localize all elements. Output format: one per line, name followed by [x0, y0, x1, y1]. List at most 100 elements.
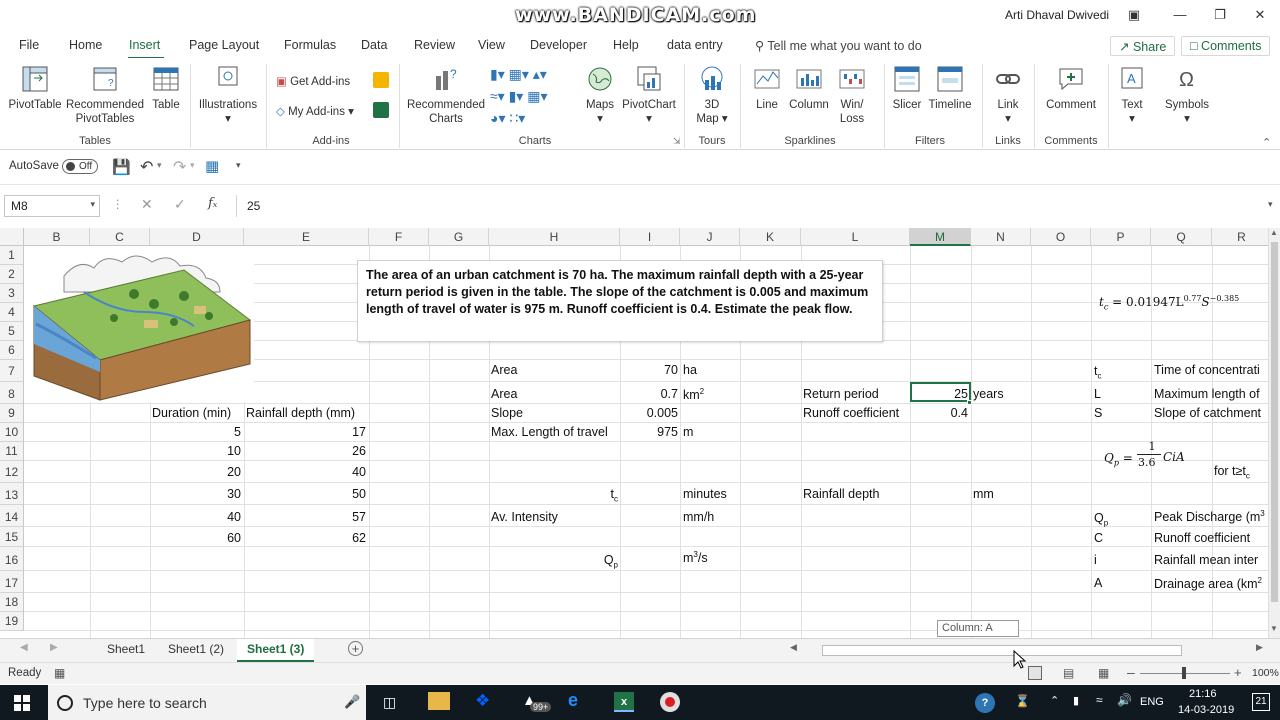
legend-qp-symbol[interactable]: Qp [1094, 511, 1108, 528]
unit-ha[interactable]: ha [683, 363, 697, 377]
zoom-in-icon[interactable]: + [1234, 665, 1242, 680]
3d-map-button[interactable]: 3D Map ▾ [690, 64, 734, 126]
normal-view-icon[interactable] [1028, 666, 1042, 680]
name-box[interactable]: M8 ▾ [4, 195, 100, 217]
column-header-d[interactable]: D [150, 228, 244, 246]
row-header-11[interactable]: 11 [0, 442, 24, 461]
qp-label[interactable]: Qp [580, 553, 618, 570]
help-icon[interactable]: ? [975, 693, 995, 713]
unit-km2[interactable]: km2 [683, 387, 704, 402]
column-chart-icon[interactable]: ▮▾ ▦▾ ▴▾ [490, 66, 547, 83]
rainfall-cell[interactable]: 62 [244, 531, 366, 545]
unit-mm[interactable]: mm [973, 487, 994, 501]
pivottable-button[interactable]: PivotTable [6, 64, 64, 112]
legend-c-desc[interactable]: Runoff coefficient [1154, 531, 1250, 545]
legend-i-symbol[interactable]: i [1094, 553, 1097, 567]
row-header-9[interactable]: 9 [0, 404, 24, 423]
recommended-charts-button[interactable]: ? Recommended Charts [406, 64, 486, 126]
row-header-2[interactable]: 2 [0, 265, 24, 284]
my-addins-button[interactable]: ◇ My Add-ins ▾ [276, 104, 354, 118]
sparkline-column-button[interactable]: Column [786, 64, 832, 112]
cancel-icon[interactable]: ✕ [141, 196, 153, 213]
duration-cell[interactable]: 60 [150, 531, 241, 545]
tell-me-search[interactable]: ⚲ Tell me what you want to do [755, 38, 922, 53]
legend-i-desc[interactable]: Rainfall mean inter [1154, 553, 1258, 567]
row-header-6[interactable]: 6 [0, 341, 24, 360]
undo-dropdown-icon[interactable]: ▾ [157, 160, 162, 171]
hscroll-left-icon[interactable]: ◀ [790, 642, 797, 653]
column-header-p[interactable]: P [1091, 228, 1151, 246]
row-header-16[interactable]: 16 [0, 547, 24, 571]
tab-insert[interactable]: Insert [129, 38, 160, 52]
legend-c-symbol[interactable]: C [1094, 531, 1103, 545]
column-header-i[interactable]: I [620, 228, 680, 246]
row-header-14[interactable]: 14 [0, 505, 24, 527]
customize-qat-icon[interactable]: ▾ [236, 160, 241, 171]
unit-mmh[interactable]: mm/h [683, 510, 714, 524]
rainfall-cell[interactable]: 26 [244, 444, 366, 458]
unit-m3s[interactable]: m3/s [683, 550, 708, 565]
dialog-launcher-icon[interactable]: ⇲ [673, 136, 681, 147]
add-sheet-icon[interactable]: + [348, 641, 363, 656]
column-header-h[interactable]: H [489, 228, 620, 246]
area-km-label[interactable]: Area [491, 387, 517, 401]
slope-label[interactable]: Slope [491, 406, 523, 420]
wifi-icon[interactable]: ≈ [1096, 693, 1103, 707]
excel-taskbar-icon[interactable]: x [614, 692, 634, 712]
tab-review[interactable]: Review [414, 38, 455, 52]
tab-view[interactable]: View [478, 38, 505, 52]
tab-page-layout[interactable]: Page Layout [189, 38, 259, 52]
zoom-out-icon[interactable]: – [1127, 664, 1135, 680]
row-header-18[interactable]: 18 [0, 593, 24, 612]
volume-icon[interactable]: 🔊 [1117, 693, 1132, 707]
comments-button[interactable]: □ Comments [1181, 36, 1271, 56]
sheet-tab-sheet1[interactable]: Sheet1 [107, 642, 145, 656]
minimize-icon[interactable]: — [1160, 4, 1200, 26]
max-length-value[interactable]: 975 [620, 425, 678, 439]
sparkline-line-button[interactable]: Line [748, 64, 786, 112]
vertical-scroll-thumb[interactable] [1271, 242, 1278, 602]
undo-icon[interactable]: ↶ [140, 157, 153, 177]
illustrations-button[interactable]: Illustrations ▾ [196, 64, 260, 126]
row-header-8[interactable]: 8 [0, 382, 24, 404]
area-km-value[interactable]: 0.7 [620, 387, 678, 401]
row-header-1[interactable]: 1 [0, 246, 24, 265]
page-break-view-icon[interactable]: ▦ [1098, 666, 1109, 680]
rainfall-cell[interactable]: 17 [244, 425, 366, 439]
spreadsheet-grid[interactable]: B C D E F G H I J K L M N O P Q R 1 2 3 … [0, 228, 1268, 638]
unit-m[interactable]: m [683, 425, 693, 439]
expand-formula-icon[interactable]: ▾ [1268, 199, 1273, 210]
restore-icon[interactable]: ❐ [1200, 4, 1240, 26]
pivotchart-button[interactable]: PivotChart ▾ [620, 64, 678, 126]
redo-dropdown-icon[interactable]: ▾ [190, 160, 195, 171]
legend-tc-desc[interactable]: Time of concentrati [1154, 363, 1260, 377]
select-all-corner[interactable] [0, 228, 24, 246]
bing-maps-icon[interactable] [373, 72, 389, 88]
row-header-3[interactable]: 3 [0, 284, 24, 303]
column-header-q[interactable]: Q [1151, 228, 1212, 246]
return-period-label[interactable]: Return period [803, 387, 879, 401]
column-header-e[interactable]: E [244, 228, 369, 246]
max-length-label[interactable]: Max. Length of travel [491, 425, 608, 439]
duration-cell[interactable]: 5 [150, 425, 241, 439]
vertical-scrollbar[interactable]: ▲ ▼ [1268, 228, 1280, 638]
show-hidden-icons[interactable]: ⌃ [1050, 694, 1059, 707]
ribbon-display-icon[interactable]: ▣ [1114, 4, 1154, 26]
legend-s-desc[interactable]: Slope of catchment [1154, 406, 1261, 420]
header-rainfall-depth[interactable]: Rainfall depth (mm) [246, 406, 355, 420]
collapse-ribbon-icon[interactable]: ⌃ [1262, 136, 1271, 149]
symbols-button[interactable]: Ω Symbols ▾ [1160, 64, 1214, 126]
table-button[interactable]: Table [148, 64, 184, 112]
sparkline-winloss-button[interactable]: Win/ Loss [832, 64, 872, 126]
column-header-n[interactable]: N [971, 228, 1031, 246]
line-chart-icon[interactable]: ≈▾ ▮▾ ▦▾ [490, 88, 547, 105]
legend-s-symbol[interactable]: S [1094, 406, 1102, 420]
tab-developer[interactable]: Developer [530, 38, 587, 52]
tab-file[interactable]: File [19, 38, 39, 52]
legend-a-symbol[interactable]: A [1094, 576, 1102, 590]
for-t-condition[interactable]: for t≥tc [1214, 464, 1250, 481]
user-name[interactable]: Arti Dhaval Dwivedi [1005, 8, 1109, 22]
redo-icon[interactable]: ↷ [173, 157, 186, 177]
scroll-down-icon[interactable]: ▼ [1270, 624, 1278, 633]
dropbox-icon[interactable]: ❖ [475, 691, 490, 711]
